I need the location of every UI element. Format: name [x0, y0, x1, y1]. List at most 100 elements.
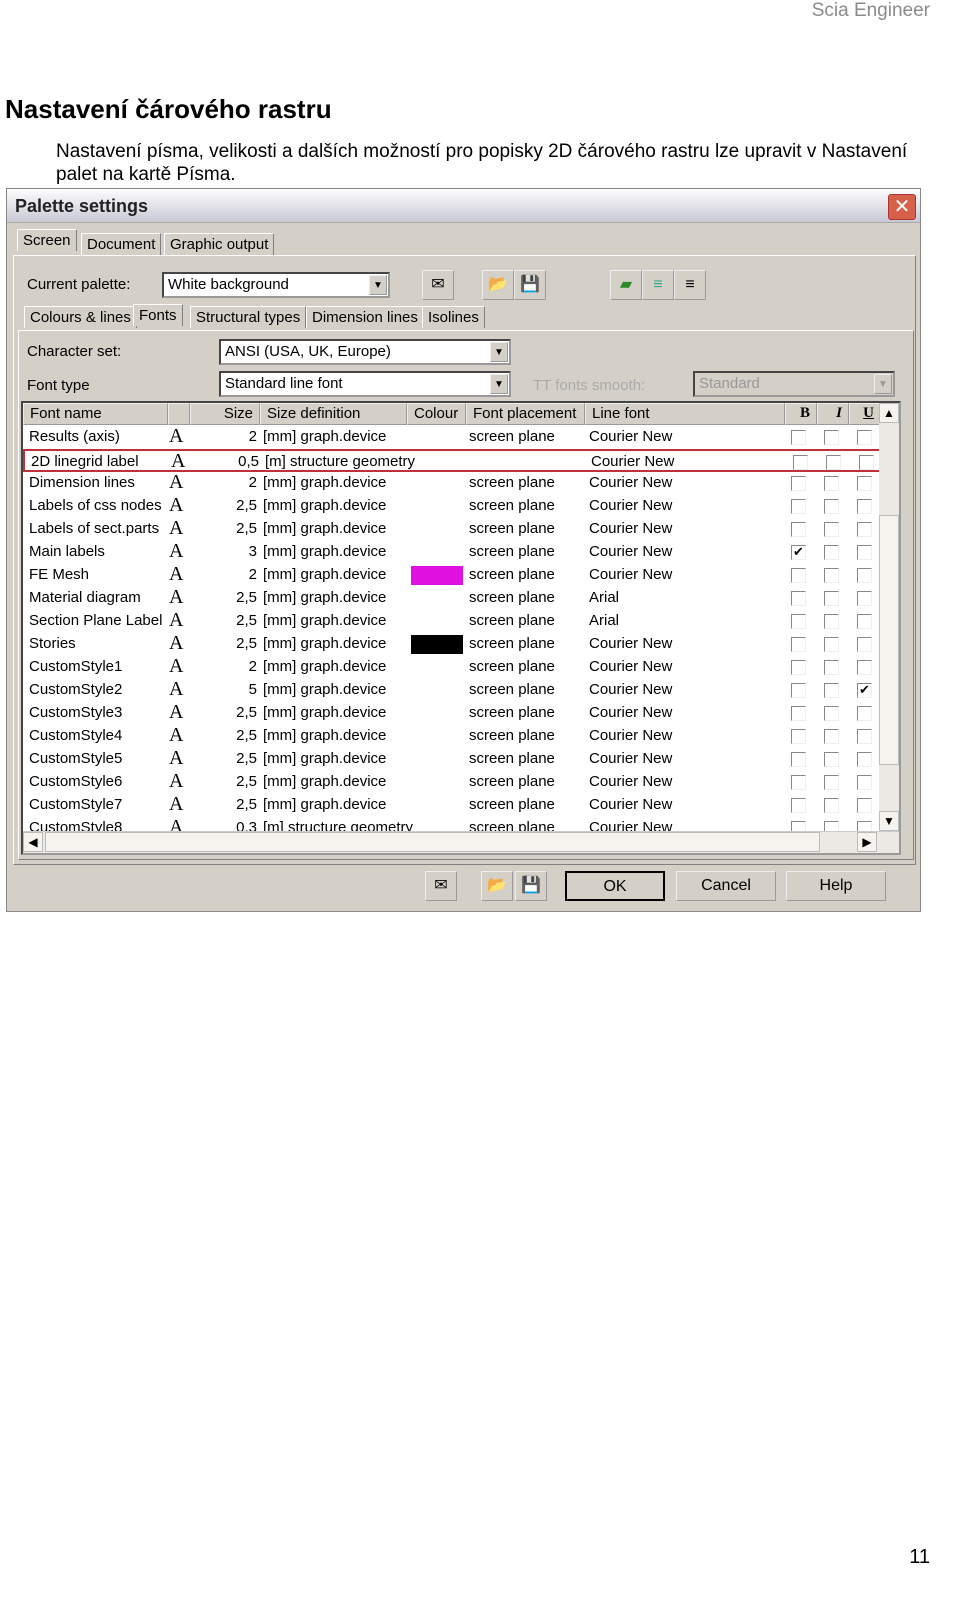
table-row[interactable]: FE Mesh A 2 [mm] graph.device screen plane Co… — [23, 563, 881, 587]
table-row[interactable]: CustomStyle1 A 2 [mm] graph.device screen pl… — [23, 655, 881, 679]
italic-checkbox[interactable] — [824, 637, 839, 652]
save-icon[interactable]: 💾 — [515, 871, 547, 901]
charset-select[interactable]: ANSI (USA, UK, Europe) ▼ — [219, 339, 511, 365]
col-font-placement[interactable]: Font placement — [466, 403, 585, 425]
italic-checkbox[interactable] — [824, 729, 839, 744]
table-row[interactable]: Main labels A 3 [mm] graph.device screen pla… — [23, 540, 881, 564]
open-folder-icon[interactable]: 📂 — [482, 270, 514, 300]
table-row[interactable]: CustomStyle6 A 2,5 [mm] graph.device screen … — [23, 770, 881, 794]
table-row[interactable]: Labels of sect.parts A 2,5 [mm] graph.devic… — [23, 517, 881, 541]
bold-checkbox[interactable] — [791, 683, 806, 698]
underline-checkbox[interactable]: ✔ — [857, 683, 872, 698]
col-colour[interactable]: Colour — [407, 403, 466, 425]
bold-checkbox[interactable] — [791, 568, 806, 583]
scroll-thumb[interactable] — [879, 515, 899, 765]
underline-checkbox[interactable] — [857, 545, 872, 560]
italic-checkbox[interactable] — [824, 499, 839, 514]
italic-checkbox[interactable] — [824, 752, 839, 767]
italic-checkbox[interactable] — [824, 798, 839, 813]
ok-button[interactable]: OK — [565, 871, 665, 901]
underline-checkbox[interactable] — [859, 455, 874, 470]
italic-checkbox[interactable] — [824, 683, 839, 698]
underline-checkbox[interactable] — [857, 476, 872, 491]
col-underline[interactable]: U — [849, 403, 881, 425]
tab-fonts[interactable]: Fonts — [133, 304, 183, 326]
bold-checkbox[interactable] — [793, 455, 808, 470]
scroll-right-icon[interactable]: ▶ — [857, 832, 877, 852]
open-folder-icon[interactable]: 📂 — [481, 871, 513, 901]
h-scroll-thumb[interactable] — [45, 832, 820, 852]
italic-checkbox[interactable] — [826, 455, 841, 470]
italic-checkbox[interactable] — [824, 476, 839, 491]
tab-document[interactable]: Document — [81, 233, 162, 255]
underline-checkbox[interactable] — [857, 729, 872, 744]
bold-checkbox[interactable] — [791, 476, 806, 491]
underline-checkbox[interactable] — [857, 752, 872, 767]
tab-colours-lines[interactable]: Colours & lines — [24, 306, 137, 328]
italic-checkbox[interactable] — [824, 545, 839, 560]
bold-checkbox[interactable] — [791, 522, 806, 537]
table-row[interactable]: CustomStyle4 A 2,5 [mm] graph.device screen … — [23, 724, 881, 748]
save-icon[interactable]: 💾 — [514, 270, 546, 300]
underline-checkbox[interactable] — [857, 591, 872, 606]
colour-swatch[interactable] — [411, 566, 463, 585]
bold-checkbox[interactable] — [791, 706, 806, 721]
col-line-font[interactable]: Line font — [585, 403, 785, 425]
underline-checkbox[interactable] — [857, 430, 872, 445]
scroll-up-icon[interactable]: ▲ — [879, 403, 899, 423]
horizontal-scrollbar[interactable]: ◀ ▶ — [23, 831, 899, 853]
italic-checkbox[interactable] — [824, 522, 839, 537]
export-palette-icon[interactable]: ✉ — [422, 270, 454, 300]
table-row[interactable]: Labels of css nodes A 2,5 [mm] graph.device… — [23, 494, 881, 518]
bold-checkbox[interactable] — [791, 660, 806, 675]
table-row[interactable]: 2D linegrid label A 0,5 [m] structure geome… — [23, 449, 881, 472]
col-italic[interactable]: I — [817, 403, 849, 425]
underline-checkbox[interactable] — [857, 798, 872, 813]
bold-checkbox[interactable] — [791, 637, 806, 652]
tab-screen[interactable]: Screen — [17, 229, 77, 251]
underline-checkbox[interactable] — [857, 637, 872, 652]
col-size-definition[interactable]: Size definition — [260, 403, 407, 425]
italic-checkbox[interactable] — [824, 775, 839, 790]
table-row[interactable]: CustomStyle3 A 2,5 [mm] graph.device screen … — [23, 701, 881, 725]
italic-checkbox[interactable] — [824, 591, 839, 606]
bold-checkbox[interactable] — [791, 430, 806, 445]
table-row[interactable]: Dimension lines A 2 [mm] graph.device screen… — [23, 471, 881, 495]
col-font-name[interactable]: Font name — [23, 403, 168, 425]
table-row[interactable]: Stories A 2,5 [mm] graph.device screen plane… — [23, 632, 881, 656]
tab-graphic-output[interactable]: Graphic output — [164, 233, 275, 255]
underline-checkbox[interactable] — [857, 614, 872, 629]
close-button[interactable]: ✕ — [888, 194, 916, 220]
table-row[interactable]: CustomStyle7 A 2,5 [mm] graph.device screen … — [23, 793, 881, 817]
bold-checkbox[interactable] — [791, 499, 806, 514]
bold-checkbox[interactable] — [791, 729, 806, 744]
col-size[interactable]: Size — [190, 403, 260, 425]
tab-structural-types[interactable]: Structural types — [190, 306, 307, 328]
italic-checkbox[interactable] — [824, 660, 839, 675]
table-row[interactable]: CustomStyle5 A 2,5 [mm] graph.device screen … — [23, 747, 881, 771]
bold-checkbox[interactable] — [791, 591, 806, 606]
tab-isolines[interactable]: Isolines — [422, 306, 485, 328]
col-bold[interactable]: B — [785, 403, 817, 425]
color-lines-icon[interactable]: ≡ — [642, 270, 674, 300]
underline-checkbox[interactable] — [857, 499, 872, 514]
scroll-left-icon[interactable]: ◀ — [23, 832, 43, 852]
export-palette-icon[interactable]: ✉ — [425, 871, 457, 901]
import-palette-icon[interactable]: ▰ — [610, 270, 642, 300]
scroll-down-icon[interactable]: ▼ — [879, 811, 899, 831]
bold-checkbox[interactable] — [791, 798, 806, 813]
colour-swatch[interactable] — [411, 635, 463, 654]
table-row[interactable]: CustomStyle2 A 5 [mm] graph.device screen pl… — [23, 678, 881, 702]
italic-checkbox[interactable] — [824, 568, 839, 583]
underline-checkbox[interactable] — [857, 568, 872, 583]
italic-checkbox[interactable] — [824, 430, 839, 445]
table-row[interactable]: Material diagram A 2,5 [mm] graph.device scr… — [23, 586, 881, 610]
italic-checkbox[interactable] — [824, 706, 839, 721]
italic-checkbox[interactable] — [824, 614, 839, 629]
underline-checkbox[interactable] — [857, 522, 872, 537]
cancel-button[interactable]: Cancel — [676, 871, 776, 901]
help-button[interactable]: Help — [786, 871, 886, 901]
table-row[interactable]: Results (axis) A 2 [mm] graph.device screen … — [23, 425, 881, 449]
bold-checkbox[interactable] — [791, 614, 806, 629]
current-palette-select[interactable]: White background ▼ — [162, 272, 390, 298]
